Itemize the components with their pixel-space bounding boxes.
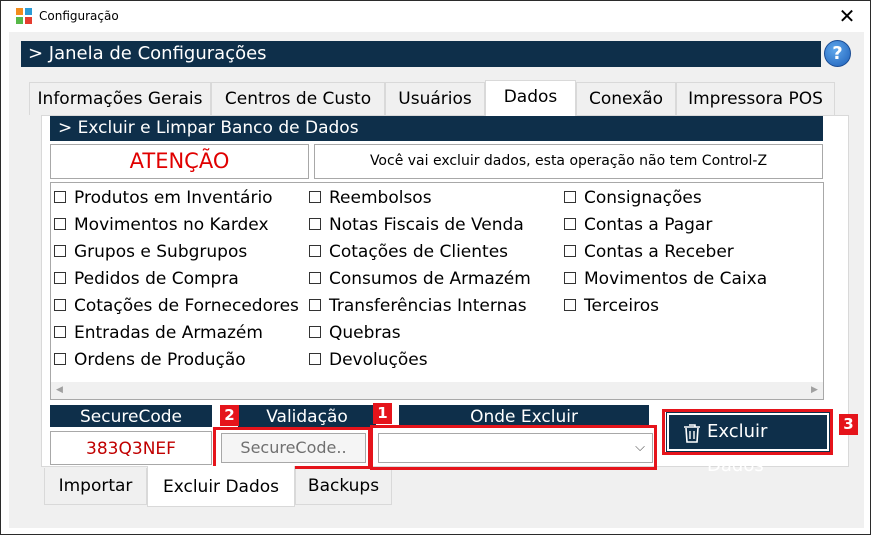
annotation-frame-3 xyxy=(662,409,833,455)
tables-checklist: Produtos em Inventário Movimentos no Kar… xyxy=(50,182,824,400)
checkbox[interactable] xyxy=(309,271,321,284)
tab-backups[interactable]: Backups xyxy=(295,468,392,505)
tab-impressora-pos[interactable]: Impressora POS xyxy=(676,82,835,115)
config-header: > Janela de Configurações xyxy=(21,41,821,67)
checkbox[interactable] xyxy=(309,217,321,230)
checkbox-item[interactable]: Grupos e Subgrupos xyxy=(54,241,247,263)
tab-dados[interactable]: Dados xyxy=(485,80,576,116)
scroll-right-icon[interactable]: ▶ xyxy=(806,382,823,399)
checkbox-item[interactable]: Reembolsos xyxy=(309,187,432,209)
checkbox-item[interactable]: Quebras xyxy=(309,322,401,344)
checkbox[interactable] xyxy=(54,217,66,230)
tab-conexao[interactable]: Conexão xyxy=(576,82,676,115)
checkbox[interactable] xyxy=(54,298,66,311)
attention-label: ATENÇÃO xyxy=(50,144,309,179)
checkbox-item[interactable]: Produtos em Inventário xyxy=(54,187,273,209)
annotation-frame-1 xyxy=(370,425,657,470)
checkbox-item[interactable]: Entradas de Armazém xyxy=(54,322,263,344)
title-bar: Configuração ✕ xyxy=(1,1,870,32)
checkbox[interactable] xyxy=(54,352,66,365)
annotation-badge-2: 2 xyxy=(220,405,239,426)
checkbox-item[interactable]: Consumos de Armazém xyxy=(309,268,531,290)
checkbox-item[interactable]: Contas a Receber xyxy=(564,241,734,263)
checkbox[interactable] xyxy=(309,325,321,338)
horizontal-scrollbar[interactable]: ◀ ▶ xyxy=(51,382,823,399)
checkbox-item[interactable]: Terceiros xyxy=(564,295,659,317)
checkbox-item[interactable]: Movimentos no Kardex xyxy=(54,214,269,236)
validacao-label: Validação xyxy=(238,405,376,427)
checkbox[interactable] xyxy=(309,298,321,311)
tab-centros-de-custo[interactable]: Centros de Custo xyxy=(211,82,385,115)
checkbox-item[interactable]: Cotações de Clientes xyxy=(309,241,508,263)
checkbox[interactable] xyxy=(564,217,576,230)
checkbox-item[interactable]: Pedidos de Compra xyxy=(54,268,239,290)
checkbox[interactable] xyxy=(564,244,576,257)
checkbox-item[interactable]: Cotações de Fornecedores xyxy=(54,295,299,317)
checkbox[interactable] xyxy=(309,244,321,257)
checkbox[interactable] xyxy=(309,352,321,365)
configuration-window: Configuração ✕ > Janela de Configurações… xyxy=(0,0,871,535)
checkbox[interactable] xyxy=(54,271,66,284)
tab-excluir-dados[interactable]: Excluir Dados xyxy=(147,466,295,507)
checkbox-item[interactable]: Ordens de Produção xyxy=(54,349,246,371)
help-icon[interactable]: ? xyxy=(824,40,851,67)
checkbox-item[interactable]: Transferências Internas xyxy=(309,295,527,317)
tab-informacoes-gerais[interactable]: Informações Gerais xyxy=(29,82,211,115)
checkbox[interactable] xyxy=(54,244,66,257)
checkbox-item[interactable]: Movimentos de Caixa xyxy=(564,268,767,290)
annotation-badge-1: 1 xyxy=(373,403,392,424)
checkbox-item[interactable]: Devoluções xyxy=(309,349,428,371)
app-logo-icon xyxy=(16,8,32,24)
checkbox-item[interactable]: Contas a Pagar xyxy=(564,214,712,236)
checkbox[interactable] xyxy=(54,325,66,338)
checkbox[interactable] xyxy=(564,298,576,311)
checkbox[interactable] xyxy=(309,190,321,203)
window-title: Configuração xyxy=(39,9,119,23)
checkbox[interactable] xyxy=(564,271,576,284)
warning-message: Você vai excluir dados, esta operação nã… xyxy=(314,144,823,179)
close-button[interactable]: ✕ xyxy=(824,1,870,32)
checkbox[interactable] xyxy=(564,190,576,203)
annotation-badge-3: 3 xyxy=(839,414,858,435)
annotation-frame-2 xyxy=(213,427,371,469)
checkbox-item[interactable]: Consignações xyxy=(564,187,702,209)
checkbox-item[interactable]: Notas Fiscais de Venda xyxy=(309,214,524,236)
securecode-value: 383Q3NEF xyxy=(50,431,212,465)
onde-excluir-label: Onde Excluir xyxy=(399,405,649,427)
scroll-left-icon[interactable]: ◀ xyxy=(51,382,68,399)
tab-usuarios[interactable]: Usuários xyxy=(385,82,485,115)
checkbox[interactable] xyxy=(54,190,66,203)
tab-importar[interactable]: Importar xyxy=(44,468,147,505)
section-title: > Excluir e Limpar Banco de Dados xyxy=(50,116,823,141)
securecode-label: SecureCode xyxy=(50,405,212,427)
